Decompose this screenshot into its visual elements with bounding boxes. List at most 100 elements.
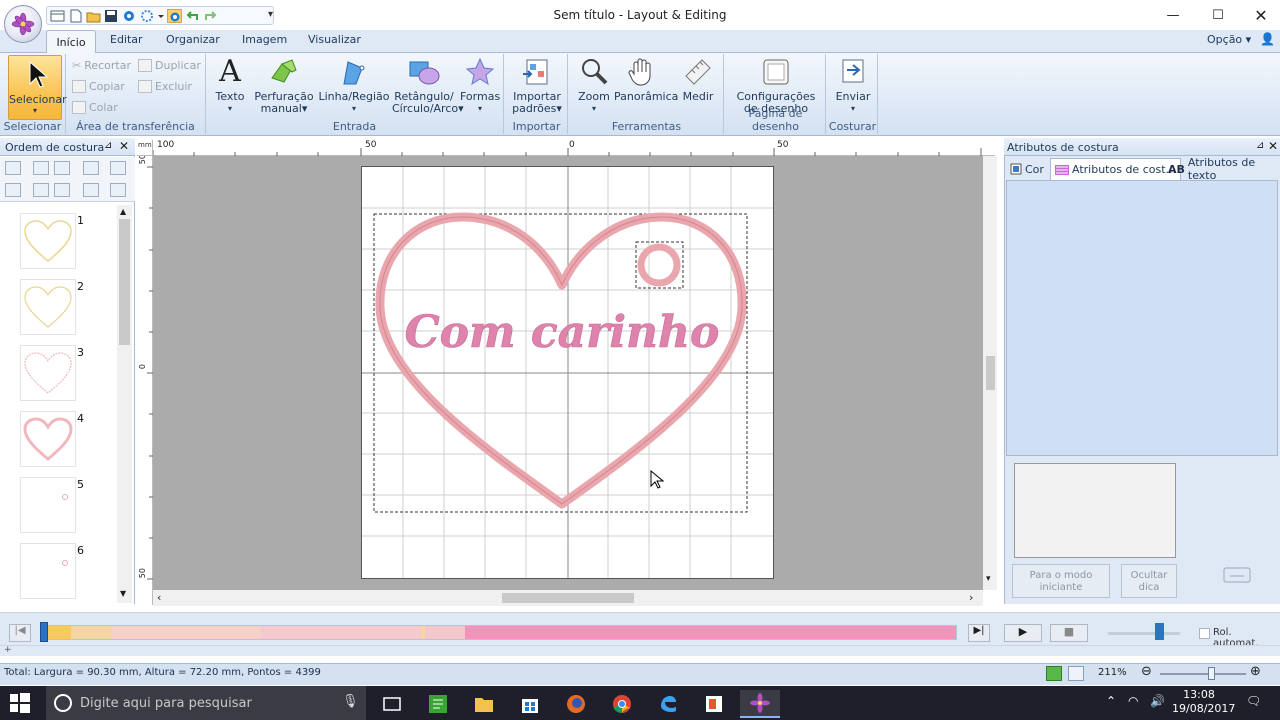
tab-editar[interactable]: Editar [100, 31, 153, 49]
canvas-vertical-scrollbar[interactable]: ▾ [983, 156, 997, 590]
lock-icon[interactable] [83, 161, 99, 175]
speed-slider-track[interactable] [1108, 632, 1180, 635]
layout-editing-taskbar-icon[interactable] [740, 690, 780, 718]
zoom-button[interactable]: Zoom ▾ [574, 56, 614, 115]
design-settings-button[interactable]: Configurações de desenho [732, 56, 820, 115]
microphone-icon[interactable]: 🎙 [342, 694, 359, 709]
layout-icon[interactable] [50, 9, 65, 23]
hanging-ring[interactable] [637, 243, 681, 287]
tab-text-attributes[interactable]: AB Atributos de texto [1164, 156, 1278, 182]
scroll-right-icon[interactable]: › [969, 591, 973, 604]
sewing-item-thumb[interactable] [20, 543, 76, 599]
office-icon[interactable] [694, 690, 734, 718]
canvas-horizontal-scrollbar[interactable]: ‹ › [153, 590, 983, 606]
firefox-icon[interactable] [556, 690, 596, 718]
design-text[interactable]: Com carinho [404, 307, 720, 359]
minimize-button[interactable]: — [1150, 0, 1196, 30]
hide-hint-button[interactable]: Ocultar dica [1121, 564, 1177, 598]
import-patterns-button[interactable]: Importar padrões▾ [510, 56, 564, 115]
panel-close-icon[interactable]: ✕ [119, 139, 129, 153]
tab-color[interactable]: Cor [1006, 158, 1048, 180]
auto-scroll-checkbox[interactable] [1199, 628, 1210, 639]
sticky-notes-icon[interactable] [418, 690, 458, 718]
sequence-slider-thumb[interactable] [40, 622, 48, 642]
sewing-item-thumb[interactable] [20, 213, 76, 269]
wheel-icon[interactable] [167, 8, 182, 23]
maximize-button[interactable]: ☐ [1195, 0, 1241, 30]
sparkle-icon[interactable] [140, 9, 155, 23]
select-button[interactable]: Selecionar ▾ [8, 55, 67, 120]
pointer-icon[interactable] [110, 183, 126, 197]
clock[interactable]: 13:08 19/08/2017 [1172, 688, 1235, 716]
link-icon[interactable] [83, 183, 99, 197]
scroll-thumb[interactable] [119, 219, 130, 345]
paste-button[interactable]: Colar [72, 101, 118, 114]
scroll-down-icon[interactable]: ▾ [986, 574, 991, 584]
tab-organizar[interactable]: Organizar [156, 31, 230, 49]
tab-visualizar[interactable]: Visualizar [298, 31, 371, 49]
selection-box[interactable] [373, 213, 748, 513]
sewing-item-thumb[interactable] [20, 411, 76, 467]
option-menu[interactable]: Opção ▾ [1207, 33, 1251, 46]
rectangle-circle-button[interactable]: Retângulo/ Círculo/Arco▾ [392, 56, 464, 115]
duplicate-button[interactable]: Duplicar [138, 59, 201, 72]
qat-customize-icon[interactable]: ▾ [268, 9, 273, 20]
tray-up-arrow-icon[interactable]: ⌃ [1106, 694, 1116, 708]
manual-punch-button[interactable]: Perfuração manual▾ [254, 56, 314, 115]
vscroll-thumb[interactable] [986, 356, 995, 390]
windows-start-icon[interactable] [10, 693, 30, 716]
save-icon[interactable] [104, 9, 119, 23]
shapes-button[interactable]: Formas ▾ [460, 56, 500, 115]
zoom-in-icon[interactable]: ⊕ [1250, 664, 1261, 679]
new-file-icon[interactable] [68, 9, 83, 23]
open-folder-icon[interactable] [86, 9, 101, 23]
stitch-sequence-progress[interactable] [40, 625, 957, 640]
user-icon[interactable]: 👤 [1260, 32, 1275, 46]
cut-button[interactable]: ✂ Recortar [72, 59, 131, 72]
volume-icon[interactable]: 🔊 [1150, 694, 1165, 708]
wifi-icon[interactable]: ◠ [1128, 694, 1138, 708]
pin-icon[interactable]: ⊿ [1256, 140, 1264, 151]
tab-sewing-attributes[interactable]: Atributos de cost... [1050, 158, 1182, 180]
zoom-slider-thumb[interactable] [1208, 667, 1215, 680]
record-icon[interactable] [122, 9, 137, 23]
zoom-slider-track[interactable] [1160, 673, 1246, 675]
sewing-item-thumb[interactable] [20, 279, 76, 335]
pin-icon[interactable]: ⊿ [104, 140, 112, 151]
copy-button[interactable]: Copiar [72, 80, 125, 93]
app-menu-button[interactable] [4, 5, 42, 43]
design-page[interactable]: Com carinho [361, 166, 774, 579]
expand-icon[interactable]: + [4, 645, 12, 655]
group-icon[interactable] [33, 161, 49, 175]
heart-outline[interactable] [375, 212, 747, 509]
view-design-icon[interactable] [1046, 666, 1062, 681]
tab-imagem[interactable]: Imagem [232, 31, 297, 49]
send-button[interactable]: Enviar ▾ [832, 56, 874, 115]
undo-icon[interactable] [185, 9, 200, 23]
redo-icon[interactable] [203, 9, 218, 23]
hint-machine-icon[interactable] [1222, 564, 1254, 586]
file-explorer-icon[interactable] [464, 690, 504, 718]
scroll-down-icon[interactable]: ▼ [120, 589, 126, 598]
measure-button[interactable]: Medir [676, 56, 720, 103]
sewing-item-thumb[interactable] [20, 345, 76, 401]
ungroup-icon[interactable] [54, 161, 70, 175]
store-icon[interactable] [510, 690, 550, 718]
edge-icon[interactable] [648, 690, 688, 718]
line-region-button[interactable]: Linha/Região ▾ [318, 56, 390, 115]
go-to-start-button[interactable]: |◀ [9, 624, 31, 642]
hscroll-thumb[interactable] [502, 593, 634, 603]
view-page-icon[interactable] [1068, 666, 1084, 681]
tab-inicio[interactable]: Início [46, 30, 96, 53]
zoom-out-icon[interactable]: ⊖ [1141, 664, 1152, 679]
fit-view-icon[interactable] [5, 161, 21, 175]
scroll-up-icon[interactable]: ▲ [120, 207, 126, 216]
play-button[interactable]: ▶ [1004, 624, 1042, 642]
sewing-item-thumb[interactable] [20, 477, 76, 533]
panel-close-icon[interactable]: ✕ [1268, 139, 1278, 153]
stop-button[interactable]: ■ [1050, 624, 1088, 642]
close-button[interactable]: ✕ [1238, 0, 1280, 30]
speed-slider-thumb[interactable] [1155, 623, 1164, 640]
task-view-icon[interactable] [372, 690, 412, 718]
taskbar-search-box[interactable]: Digite aqui para pesquisar 🎙 [46, 686, 366, 720]
